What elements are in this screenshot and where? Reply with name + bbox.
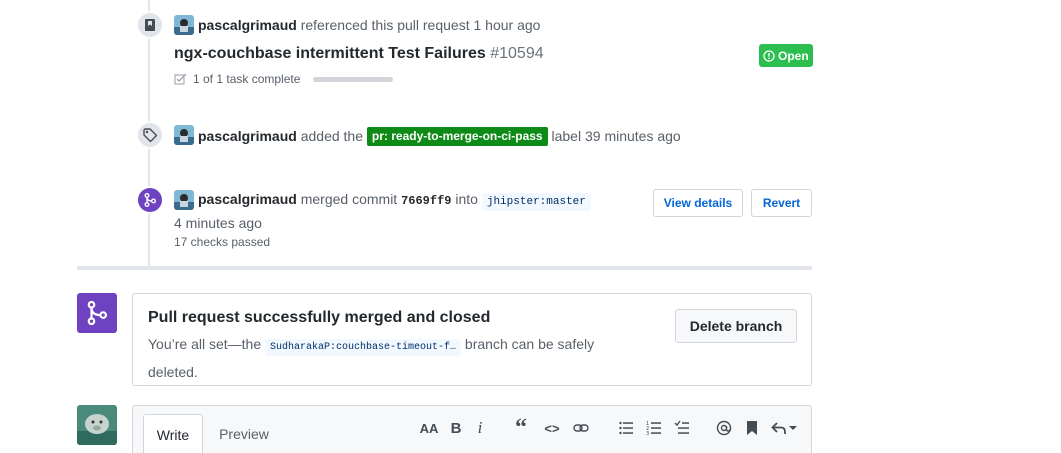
code-tool[interactable]: <> (542, 418, 562, 438)
event-action: merged commit (300, 191, 398, 207)
saved-reply-tool[interactable] (744, 418, 760, 438)
event-action: added the (300, 128, 364, 144)
italic-tool[interactable]: i (474, 418, 486, 438)
task-progress-bar (313, 76, 394, 82)
svg-text:3: 3 (646, 431, 649, 436)
head-branch[interactable]: SudharakaP:couchbase-timeout-f… (265, 339, 462, 356)
bookmark-icon (145, 19, 155, 31)
event-line-referenced: pascalgrimaud referenced this pull reque… (198, 17, 540, 33)
label-pill[interactable]: pr: ready-to-merge-on-ci-pass (366, 127, 548, 146)
comment-composer: Write Preview AA B i “ <> 123 (132, 405, 812, 453)
markdown-toolbar: AA B i “ <> 123 (133, 415, 813, 441)
task-count: 1 of 1 task complete (193, 72, 301, 86)
event-time-line: 4 minutes ago (174, 215, 262, 231)
bookmark-icon (747, 421, 757, 435)
bold-tool[interactable]: B (448, 418, 464, 438)
tag-icon (143, 128, 158, 143)
event-time[interactable]: 1 hour ago (473, 17, 540, 33)
pr-title-text[interactable]: ngx-couchbase intermittent Test Failures (174, 45, 486, 62)
tasklist-icon (674, 420, 689, 434)
link-tool[interactable] (571, 418, 591, 438)
author-link[interactable]: pascalgrimaud (198, 17, 297, 33)
merge-status-card: Pull request successfully merged and clo… (132, 293, 812, 386)
pr-number: #10594 (490, 45, 544, 62)
merge-badge (136, 186, 164, 214)
checks-status: 17 checks passed (174, 235, 270, 249)
avatar[interactable] (174, 190, 194, 210)
task-list-tool[interactable] (673, 418, 691, 438)
current-user-avatar[interactable] (77, 405, 117, 445)
git-merge-icon (144, 193, 156, 207)
git-merge-icon (87, 300, 108, 326)
commit-sha-link[interactable]: 7669ff9 (401, 194, 451, 208)
delete-branch-button[interactable]: Delete branch (675, 309, 797, 343)
event-action-suffix: label (551, 128, 582, 144)
merge-desc-before: You’re all set—the (148, 336, 262, 352)
merge-status-title: Pull request successfully merged and clo… (148, 309, 491, 326)
checks-passed-label[interactable]: 17 checks passed (174, 235, 270, 249)
avatar[interactable] (174, 15, 194, 35)
event-action: referenced this pull request (300, 17, 470, 33)
event-line-labeled: pascalgrimaud added the pr: ready-to-mer… (198, 127, 681, 146)
link-icon (573, 424, 589, 432)
heading-tool[interactable]: AA (418, 418, 440, 438)
checklist-icon (174, 73, 187, 85)
base-branch[interactable]: jhipster:master (481, 193, 591, 211)
event-time[interactable]: 39 minutes ago (585, 128, 681, 144)
mention-icon (716, 420, 732, 436)
view-details-button[interactable]: View details (653, 189, 743, 217)
event-time[interactable]: 4 minutes ago (174, 215, 262, 231)
author-link[interactable]: pascalgrimaud (198, 191, 297, 207)
merge-status-description: You’re all set—the SudharakaP:couchbase-… (148, 332, 628, 384)
merged-status-icon-box (77, 293, 117, 333)
task-progress: 1 of 1 task complete (174, 72, 394, 86)
bookmark-badge (136, 11, 164, 39)
open-status-label: Open (778, 48, 809, 63)
author-link[interactable]: pascalgrimaud (198, 128, 297, 144)
reply-icon (771, 422, 786, 434)
revert-button[interactable]: Revert (751, 189, 812, 217)
referenced-pr-title[interactable]: ngx-couchbase intermittent Test Failures… (174, 45, 544, 63)
unordered-list-tool[interactable] (617, 418, 635, 438)
mention-tool[interactable] (715, 418, 733, 438)
avatar[interactable] (174, 125, 194, 145)
event-line-merged: pascalgrimaud merged commit 7669ff9 into… (198, 191, 591, 211)
open-status-badge: Open (759, 44, 813, 67)
ordered-list-tool[interactable]: 123 (645, 418, 663, 438)
list-ordered-icon: 123 (646, 421, 661, 436)
issue-open-icon (763, 49, 775, 62)
chevron-down-icon (789, 426, 797, 430)
tag-badge (136, 121, 164, 149)
timeline-divider (77, 266, 812, 270)
reply-menu-tool[interactable] (769, 418, 799, 438)
list-unordered-icon (619, 421, 633, 435)
quote-tool[interactable]: “ (512, 415, 530, 441)
event-into: into (455, 191, 478, 207)
